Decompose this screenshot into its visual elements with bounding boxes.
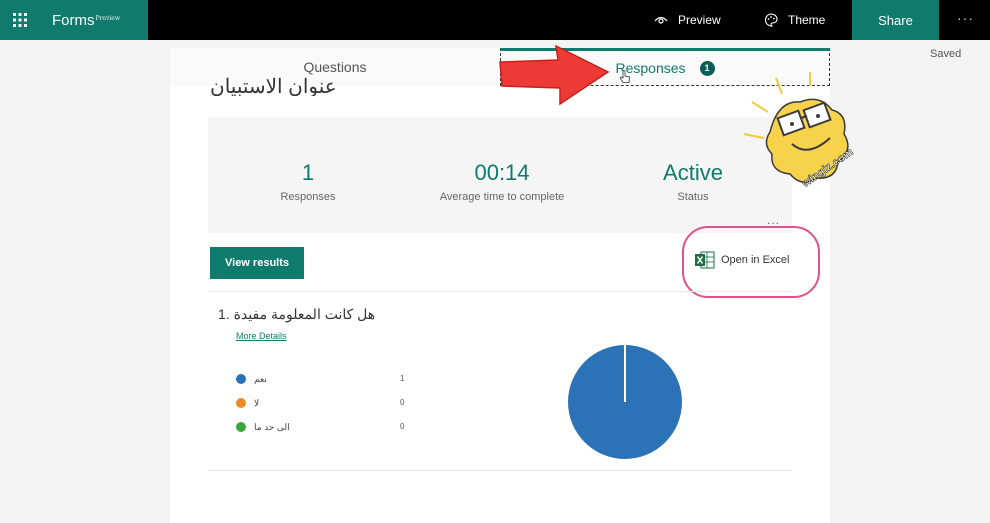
legend-count: 0 — [400, 422, 405, 431]
legend-item: نعم — [236, 372, 267, 386]
legend-item: لا — [236, 396, 259, 410]
legend-count: 1 — [400, 374, 405, 383]
legend-count: 0 — [400, 398, 405, 407]
stat-status-value: Active — [663, 160, 723, 185]
question-title: هل كانت المعلومة مفيدة .1 — [218, 306, 376, 322]
responses-count-badge: 1 — [699, 60, 715, 76]
pie-boundary-line — [624, 345, 626, 402]
legend-label: لا — [254, 397, 260, 408]
theme-button[interactable]: Theme — [764, 0, 825, 40]
form-title: عنوان الاستبيان — [210, 76, 337, 96]
legend-dot-icon — [236, 398, 246, 408]
divider — [208, 291, 792, 292]
legend-label: نعم — [254, 373, 267, 384]
stat-average-time: 00:14 Average time to complete — [422, 160, 582, 204]
responses-card: عنوان الاستبيان 1 Responses 00:14 Averag… — [170, 76, 830, 523]
pie-slice-yes — [568, 345, 682, 459]
eye-icon — [654, 16, 668, 24]
preview-button[interactable]: Preview — [654, 0, 721, 40]
legend-dot-icon — [236, 374, 246, 384]
excel-icon — [695, 251, 715, 269]
preview-label: Preview — [678, 13, 721, 27]
saved-status: Saved — [930, 48, 962, 60]
stat-status-label: Status — [677, 191, 709, 203]
top-bar: Forms Preview Preview Theme Share ··· — [0, 0, 990, 40]
brand-name: Forms — [52, 11, 95, 29]
app-launcher-button[interactable] — [0, 0, 40, 40]
open-in-excel-label: Open in Excel — [721, 254, 790, 266]
brand-suffix: Preview — [95, 14, 120, 22]
divider — [208, 470, 792, 471]
more-details-link[interactable]: More Details — [236, 331, 287, 341]
stat-responses: 1 Responses — [268, 160, 348, 204]
legend-label: الى حد ما — [254, 421, 290, 432]
theme-label: Theme — [788, 13, 826, 27]
stat-status: Active Status — [648, 160, 738, 204]
hand-cursor-icon — [619, 70, 630, 83]
open-in-excel-button[interactable]: Open in Excel — [695, 251, 789, 269]
tab-questions-label: Questions — [303, 59, 367, 75]
more-options-icon[interactable]: ··· — [957, 10, 974, 26]
legend-dot-icon — [236, 422, 246, 432]
mascot-logo — [743, 72, 849, 183]
waffle-icon — [13, 13, 27, 27]
view-results-button[interactable]: View results — [210, 247, 304, 279]
palette-icon — [764, 13, 778, 27]
stat-average-time-value: 00:14 — [474, 160, 530, 185]
stat-average-time-label: Average time to complete — [439, 191, 565, 203]
app-brand[interactable]: Forms Preview — [40, 0, 148, 40]
summary-stats: 1 Responses 00:14 Average time to comple… — [208, 117, 792, 233]
share-button[interactable]: Share — [852, 0, 939, 40]
legend-item: الى حد ما — [236, 420, 290, 434]
stat-responses-value: 1 — [301, 160, 315, 185]
red-arrow-annotation — [499, 44, 610, 106]
stat-responses-label: Responses — [280, 191, 336, 203]
stats-more-icon[interactable]: ... — [767, 213, 780, 227]
